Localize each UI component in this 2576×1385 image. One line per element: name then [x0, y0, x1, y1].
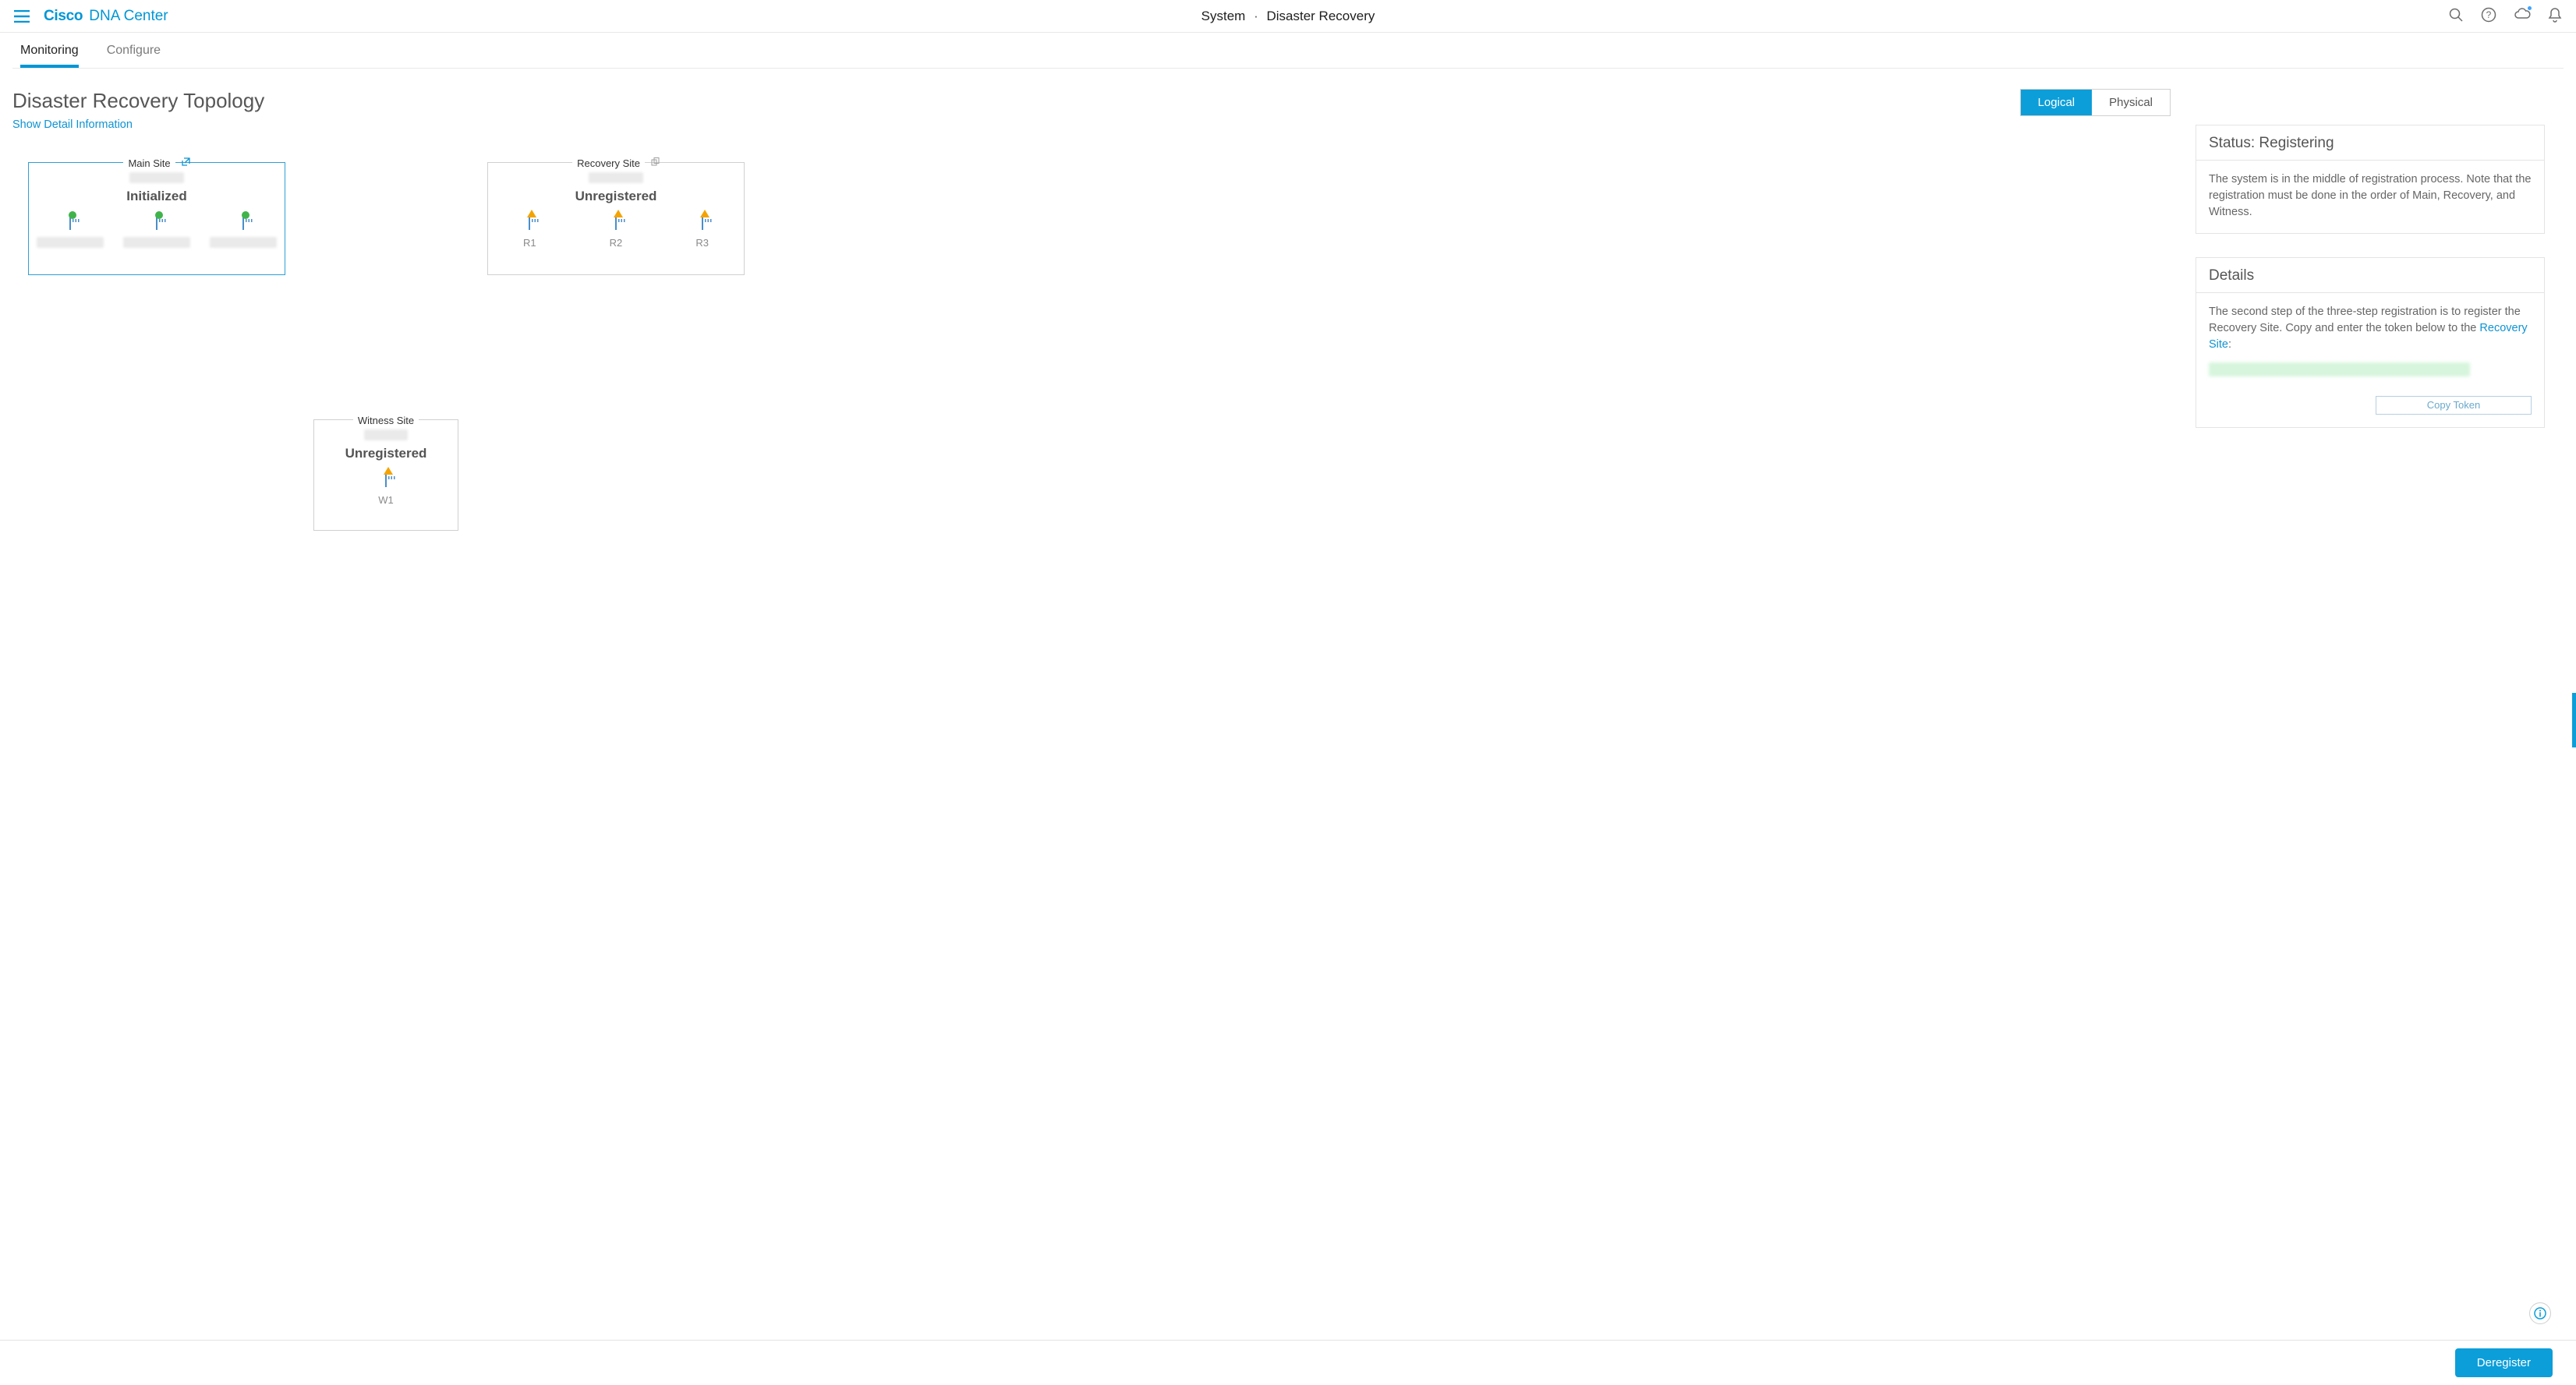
- device-icon: [702, 216, 703, 230]
- main-node-3[interactable]: [210, 217, 277, 250]
- view-toggle: Logical Physical: [2020, 89, 2171, 116]
- status-warn-icon: [527, 210, 536, 217]
- svg-text:?: ?: [2486, 9, 2492, 20]
- status-ok-icon: [242, 211, 249, 219]
- site-recovery-label: Recovery Site: [572, 157, 645, 169]
- site-witness-label: Witness Site: [353, 415, 419, 426]
- status-ok-icon: [155, 211, 163, 219]
- details-panel-title: Details: [2196, 258, 2544, 293]
- details-panel-body: The second step of the three-step regist…: [2196, 293, 2544, 427]
- side-column: Status: Registering The system is in the…: [2196, 79, 2564, 583]
- brand-product: DNA Center: [89, 8, 168, 25]
- breadcrumb: System · Disaster Recovery: [1201, 9, 1375, 24]
- recovery-node-1-label: R1: [523, 237, 536, 249]
- toggle-logical[interactable]: Logical: [2021, 90, 2093, 115]
- tab-monitoring[interactable]: Monitoring: [20, 33, 79, 68]
- breadcrumb-page: Disaster Recovery: [1266, 9, 1375, 23]
- main-node-1-label-redacted: [37, 237, 104, 248]
- footer: Deregister: [0, 1340, 2576, 1385]
- copy-icon[interactable]: [651, 159, 660, 168]
- recovery-node-2[interactable]: R2: [610, 217, 623, 249]
- breadcrumb-sep: ·: [1254, 9, 1258, 23]
- site-recovery-ip-redacted: [589, 172, 643, 183]
- main-node-3-label-redacted: [210, 237, 277, 248]
- site-main-status: Initialized: [29, 189, 285, 204]
- bell-icon[interactable]: [2548, 7, 2562, 25]
- recovery-node-3-label: R3: [695, 237, 709, 249]
- details-text-post: :: [2228, 338, 2231, 351]
- main-node-2-label-redacted: [123, 237, 190, 248]
- status-warn-icon: [384, 467, 393, 475]
- site-witness-status: Unregistered: [314, 446, 458, 461]
- side-drawer-handle[interactable]: [2572, 693, 2576, 747]
- recovery-node-2-label: R2: [610, 237, 623, 249]
- tab-bar: Monitoring Configure: [12, 33, 2564, 69]
- status-panel-title: Status: Registering: [2196, 125, 2544, 161]
- details-text-pre: The second step of the three-step regist…: [2209, 306, 2521, 334]
- status-warn-icon: [700, 210, 709, 217]
- content: Disaster Recovery Topology Show Detail I…: [5, 69, 2571, 583]
- notification-dot: [2527, 5, 2532, 11]
- toggle-physical[interactable]: Physical: [2092, 90, 2170, 115]
- witness-node-1[interactable]: W1: [378, 474, 394, 506]
- app-header: Cisco DNA Center System · Disaster Recov…: [0, 0, 2576, 33]
- status-ok-icon: [69, 211, 76, 219]
- device-icon: [529, 216, 530, 230]
- status-panel: Status: Registering The system is in the…: [2196, 125, 2545, 234]
- copy-token-button[interactable]: Copy Token: [2376, 396, 2532, 415]
- device-icon: [385, 473, 387, 487]
- brand[interactable]: Cisco DNA Center: [44, 8, 168, 25]
- search-icon[interactable]: [2448, 7, 2464, 25]
- help-icon[interactable]: ?: [2481, 7, 2496, 25]
- status-panel-body: The system is in the middle of registrat…: [2196, 161, 2544, 233]
- tab-configure[interactable]: Configure: [107, 33, 161, 68]
- recovery-node-3[interactable]: R3: [695, 217, 709, 249]
- site-recovery-status: Unregistered: [488, 189, 744, 204]
- external-link-icon[interactable]: [182, 159, 190, 168]
- menu-icon[interactable]: [14, 10, 30, 23]
- info-icon[interactable]: [2529, 1302, 2551, 1324]
- witness-node-1-label: W1: [378, 494, 394, 506]
- site-witness-ip-redacted: [364, 429, 408, 440]
- site-main-ip-redacted: [129, 172, 184, 183]
- recovery-node-1[interactable]: R1: [523, 217, 536, 249]
- main-node-2[interactable]: [123, 217, 190, 250]
- site-main[interactable]: Main Site Initialized: [28, 162, 285, 275]
- main-node-1[interactable]: [37, 217, 104, 250]
- token-redacted: [2209, 362, 2470, 376]
- topology-area: Main Site Initialized: [12, 162, 2177, 583]
- breadcrumb-section: System: [1201, 9, 1246, 23]
- header-icons: ?: [2448, 7, 2562, 25]
- site-main-label: Main Site: [123, 157, 175, 169]
- status-warn-icon: [614, 210, 623, 217]
- device-icon: [615, 216, 617, 230]
- site-recovery[interactable]: Recovery Site Unregistered R1 R2: [487, 162, 745, 275]
- cloud-icon[interactable]: [2514, 7, 2531, 25]
- details-panel: Details The second step of the three-ste…: [2196, 257, 2545, 428]
- site-witness[interactable]: Witness Site Unregistered W1: [313, 419, 458, 531]
- brand-cisco: Cisco: [44, 8, 83, 25]
- page-title: Disaster Recovery Topology: [12, 89, 264, 113]
- main-column: Disaster Recovery Topology Show Detail I…: [12, 79, 2177, 583]
- deregister-button[interactable]: Deregister: [2455, 1348, 2553, 1377]
- show-detail-link[interactable]: Show Detail Information: [12, 118, 133, 131]
